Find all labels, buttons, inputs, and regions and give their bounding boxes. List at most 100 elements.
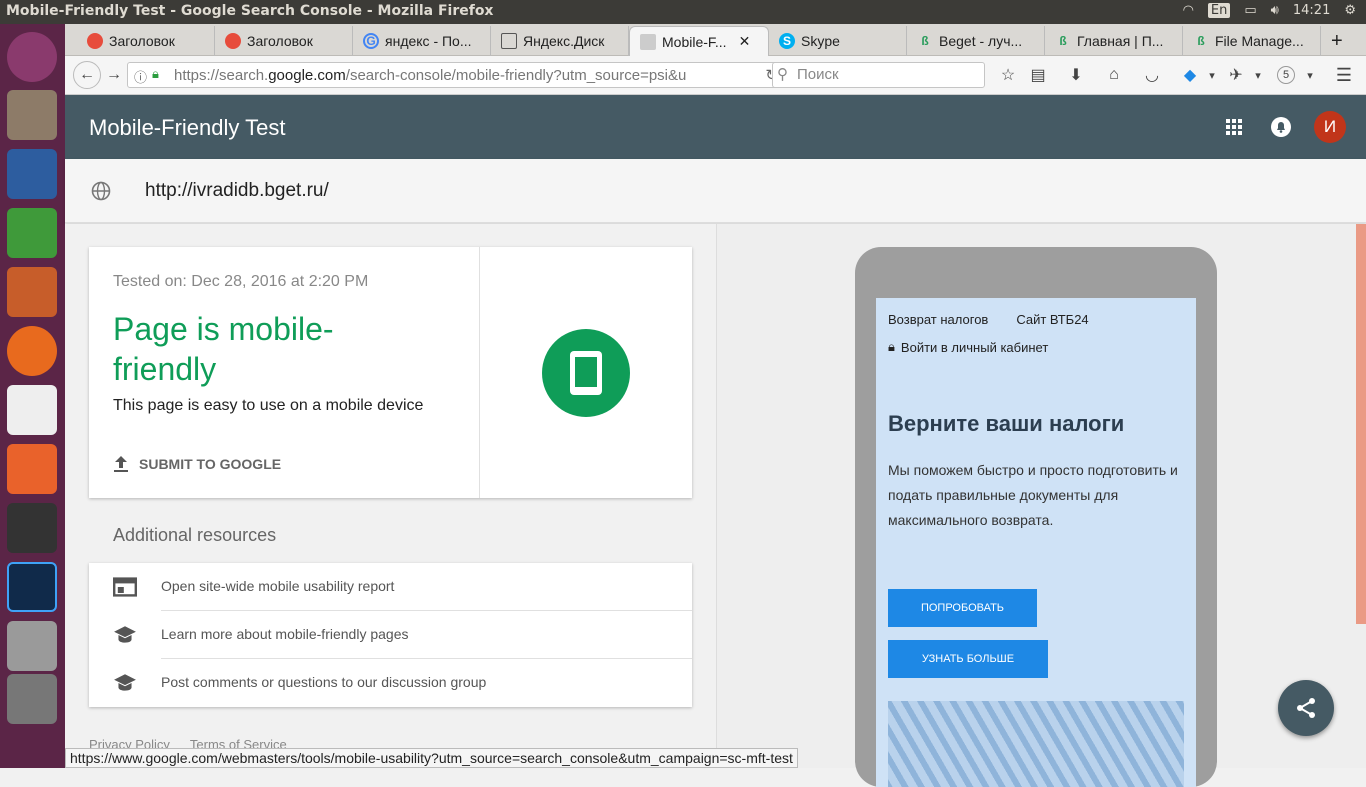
launcher [0,24,65,768]
battery-icon[interactable]: ▭ [1244,3,1256,18]
amazon-icon[interactable] [7,385,57,435]
upload-icon [114,456,128,472]
notifications-icon[interactable] [1271,117,1291,137]
result-description: This page is easy to use on a mobile dev… [113,397,424,414]
workspaces-icon[interactable] [7,674,57,724]
school-icon [114,674,136,691]
lock-icon: 🔒︎ [888,339,895,354]
scrollbar[interactable] [1356,224,1366,624]
smartphone-icon [570,351,602,395]
submit-to-google-button[interactable]: SUBMIT TO GOOGLE [113,455,281,473]
web-report-icon [113,577,137,597]
beget-icon: ß [1197,34,1205,48]
search-input[interactable]: ⚲ Поиск [772,62,985,88]
preview-more-button: УЗНАТЬ БОЛЬШЕ [888,640,1048,678]
tested-url[interactable]: http://ivradidb.bget.ru/ [145,180,329,202]
page-title: Mobile-Friendly Test [89,115,286,140]
software-center-icon[interactable] [7,444,57,494]
calc-icon[interactable] [7,208,57,258]
impress-icon[interactable] [7,267,57,317]
url-bar[interactable]: ⓘ 🔒︎ https://search.google.com/search-co… [127,62,787,88]
results-panel: Tested on: Dec 28, 2016 at 2:20 PM Page … [65,224,716,768]
inkscape-icon[interactable] [7,503,57,553]
menu-icon[interactable]: ☰ [1333,64,1355,86]
tab-glavnaya[interactable]: ß Главная | П... [1045,26,1183,56]
share-icon [1297,698,1315,718]
resource-discussion-group[interactable]: Post comments or questions to our discus… [89,659,692,707]
resources-list: Open site-wide mobile usability report L… [89,563,692,707]
avatar[interactable]: И [1314,111,1346,143]
writer-icon[interactable] [7,149,57,199]
lock-icon: 🔒︎ [152,66,159,81]
mobile-friendly-badge [542,329,630,417]
back-button[interactable]: ← [73,61,101,89]
tab-zagolovok-1[interactable]: Заголовок [77,26,215,56]
phone-frame: Возврат налогов Сайт ВТБ24 🔒︎ Войти в ли… [855,247,1217,787]
tab-mobile-friendly[interactable]: Mobile-F... ✕ [629,26,769,56]
phone-screenshot: Возврат налогов Сайт ВТБ24 🔒︎ Войти в ли… [876,298,1196,787]
url-text[interactable]: https://search.google.com/search-console… [174,67,686,84]
preview-heading: Верните ваши налоги [888,411,1125,436]
system-settings-icon[interactable] [7,621,57,671]
preview-login: 🔒︎ Войти в личный кабинет [888,339,1049,355]
preview-panel: Возврат налогов Сайт ВТБ24 🔒︎ Войти в ли… [716,224,1366,787]
preview-photo [888,701,1184,787]
info-icon[interactable]: ⓘ [134,67,147,86]
skype-icon: S [779,33,795,49]
apps-grid-icon[interactable] [1226,119,1242,135]
tab-yandex-disk[interactable]: Яндекс.Диск [491,26,629,56]
preview-nav: Возврат налогов Сайт ВТБ24 [888,312,1089,327]
photoshop-icon[interactable] [7,562,57,612]
result-card: Tested on: Dec 28, 2016 at 2:20 PM Page … [89,247,692,498]
share-button[interactable] [1278,680,1334,736]
tab-zagolovok-2[interactable]: Заголовок [215,26,353,56]
close-tab-icon[interactable]: ✕ [739,33,751,50]
chevron-down-icon[interactable]: ▾ [1299,64,1321,86]
pocket-icon[interactable]: ◡ [1141,64,1163,86]
chevron-down-icon[interactable]: ▾ [1247,64,1269,86]
reading-list-icon[interactable]: ▤ [1027,64,1049,86]
chevron-down-icon[interactable]: ▾ [1201,64,1223,86]
volume-icon[interactable]: 🔊︎ [1271,3,1279,18]
settings-icon[interactable]: ⚙ [1344,3,1356,18]
forward-button[interactable]: → [103,64,125,86]
school-icon [114,626,136,643]
record-icon [225,33,241,49]
extension-icon[interactable]: ✈ [1225,64,1247,86]
status-bar-link: https://www.google.com/webmasters/tools/… [65,748,798,768]
tested-on-date: Tested on: Dec 28, 2016 at 2:20 PM [113,273,369,290]
download-icon[interactable]: ⬇ [1065,64,1087,86]
new-tab-button[interactable]: + [1321,26,1355,56]
ubuntu-dash-icon[interactable] [7,32,57,82]
nav-toolbar: ← → ⓘ 🔒︎ https://search.google.com/searc… [65,56,1366,95]
clock[interactable]: 14:21 [1293,3,1330,18]
additional-resources-title: Additional resources [113,525,277,545]
badge-counter[interactable]: 5 [1277,66,1295,84]
google-icon: G [363,33,379,49]
preview-try-button: ПОПРОБОВАТЬ [888,589,1037,627]
files-icon[interactable] [7,90,57,140]
firefox-icon[interactable] [7,326,57,376]
tested-url-bar[interactable]: http://ivradidb.bget.ru/ [65,159,1366,223]
extension-icon[interactable]: ◆ [1179,64,1201,86]
record-icon [87,33,103,49]
tab-skype[interactable]: S Skype [769,26,907,56]
search-icon: ⚲ [777,66,788,83]
wifi-icon[interactable]: ◠ [1183,3,1194,18]
resource-usability-report[interactable]: Open site-wide mobile usability report [89,563,692,611]
app-header: Mobile-Friendly Test И [65,95,1366,159]
divider [479,247,480,498]
tab-file-manager[interactable]: ß File Manage... [1183,26,1321,56]
page-icon [640,33,656,50]
bookmark-star-icon[interactable]: ☆ [997,64,1019,86]
tab-strip: Заголовок Заголовок Gяндекс - По... Янде… [65,24,1366,56]
window-title: Mobile-Friendly Test - Google Search Con… [6,3,494,19]
os-top-bar: Mobile-Friendly Test - Google Search Con… [0,0,1366,24]
home-icon[interactable]: ⌂ [1103,64,1125,86]
document-icon [501,33,517,49]
resource-learn-more[interactable]: Learn more about mobile-friendly pages [89,611,692,659]
tab-yandex-search[interactable]: Gяндекс - По... [353,26,491,56]
result-headline: Page is mobile-friendly [113,311,334,387]
keyboard-layout[interactable]: En [1207,3,1231,18]
tab-beget[interactable]: ß Beget - луч... [907,26,1045,56]
